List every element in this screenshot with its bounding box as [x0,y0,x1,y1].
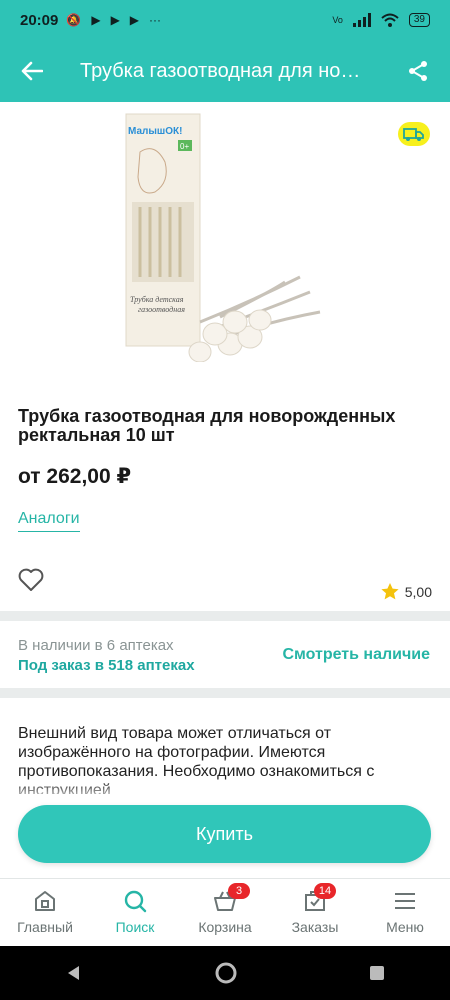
availability-in-stock: В наличии в 6 аптеках [18,637,174,654]
system-back-icon[interactable] [65,964,83,982]
box-age: 0+ [180,142,189,151]
product-image[interactable]: МалышОК! 0+ Трубка детская газоотводная [110,112,330,363]
nav-search-label: Поиск [115,919,155,935]
divider-1 [0,611,450,621]
heart-icon [18,568,44,591]
analogs-link[interactable]: Аналоги [18,510,80,532]
status-bar: 20:09 🔕 ▶ ▶ ▶ ··· Vo 39 [0,0,450,40]
nav-home[interactable]: Главный [0,879,90,947]
arrow-left-icon [21,61,43,81]
nav-search[interactable]: Поиск [90,879,180,947]
home-icon [35,891,55,911]
box-brand: МалышОК! [128,126,182,137]
play-icon-3: ▶ [129,13,140,27]
menu-icon [395,893,415,909]
app-bar: Трубка газоотводная для но… [0,40,450,102]
signal-icon [352,13,371,27]
product-price: от 262,00 ₽ [18,465,132,488]
rating: 5,00 [381,583,432,600]
nav-cart-label: Корзина [198,919,252,935]
favorite-button[interactable] [18,568,44,594]
share-icon [409,61,427,81]
system-home-icon[interactable] [214,961,238,985]
back-button[interactable] [14,53,50,89]
box-caption-2: газоотводная [138,305,185,314]
status-right-icons: Vo 39 [332,13,430,27]
orders-badge: 14 [314,883,336,899]
nav-menu-label: Меню [386,919,424,935]
nav-menu[interactable]: Меню [360,879,450,947]
box-caption-1: Трубка детская [130,295,184,304]
product-title: Трубка газоотводная для новорожденных ре… [18,406,396,445]
description-fade [0,780,450,804]
nav-cart[interactable]: 3 Корзина [180,879,270,947]
share-button[interactable] [400,53,436,89]
nav-orders-label: Заказы [291,919,339,935]
cart-badge: 3 [228,883,250,899]
product-photo: МалышОК! 0+ Трубка детская газоотводная [125,113,321,363]
more-dots-icon: ··· [149,13,162,27]
availability-on-order[interactable]: Под заказ в 518 аптеках [18,657,195,674]
mute-icon: 🔕 [66,13,82,27]
play-icon-2: ▶ [110,13,120,27]
delivery-badge [398,122,430,146]
system-navigation-bar [0,946,450,1000]
volte-icon: Vo [332,15,343,25]
page-title: Трубка газоотводная для но… [80,59,361,82]
wifi-icon [381,13,399,27]
system-recents-icon[interactable] [369,965,385,981]
see-availability-link[interactable]: Смотреть наличие [282,646,430,664]
play-icon: ▶ [91,13,101,27]
battery-icon: 39 [408,13,430,27]
nav-home-label: Главный [17,919,73,935]
nav-orders[interactable]: 14 Заказы [270,879,360,947]
star-icon [381,583,399,600]
truck-icon [403,128,424,141]
rating-value: 5,00 [404,583,432,600]
status-left-icons: 🔕 ▶ ▶ ▶ ··· [66,13,161,27]
status-time: 20:09 [20,11,59,29]
buy-button[interactable]: Купить [18,805,431,863]
divider-2 [0,688,450,698]
bottom-navigation: Главный Поиск 3 Корзина 14 Заказы Меню [0,878,450,947]
search-icon [124,890,147,913]
